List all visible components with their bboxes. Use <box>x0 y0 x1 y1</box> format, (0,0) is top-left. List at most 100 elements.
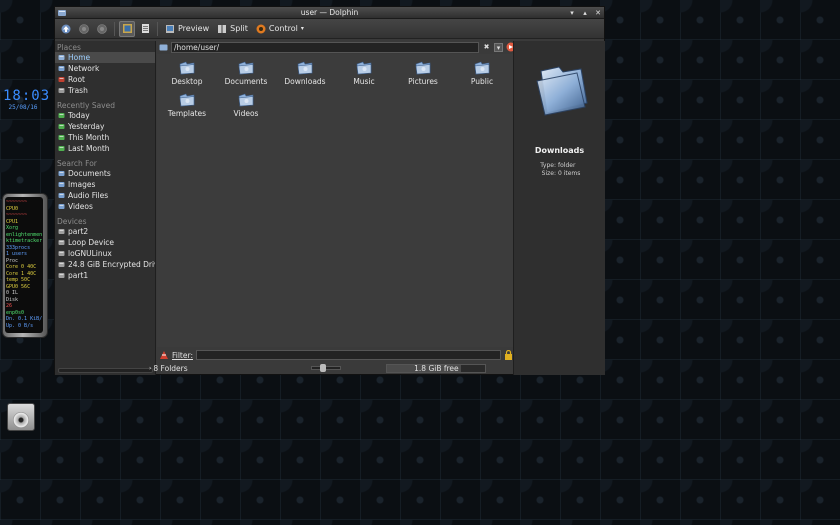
sidebar-horizontal-scrollbar[interactable] <box>58 368 153 373</box>
devices-section-title: Devices <box>57 217 87 226</box>
sidebar-item-trash[interactable]: Trash <box>55 85 155 96</box>
forward-button[interactable] <box>94 21 110 37</box>
folder-music-icon <box>356 61 372 75</box>
sidebar-item-root[interactable]: Root <box>55 74 155 85</box>
info-size-key: Size: <box>541 170 556 177</box>
sidebar-item-label: Loop Device <box>68 238 115 247</box>
clock-date: 25/08/16 <box>8 104 38 111</box>
arrow-right-icon <box>97 23 107 34</box>
location-history-dropdown[interactable]: ▾ <box>494 42 503 52</box>
sidebar-item-network[interactable]: Network <box>55 63 155 74</box>
close-filter-icon[interactable] <box>159 350 169 360</box>
sidebar-item-label: part2 <box>68 227 89 236</box>
sidebar-item-label: Audio Files <box>68 191 109 200</box>
calendar-icon <box>58 123 65 130</box>
sidebar-item-label: Images <box>68 180 96 189</box>
sidebar-item-documents[interactable]: Documents <box>55 168 155 179</box>
folder-videos-icon <box>238 93 254 107</box>
audio-icon <box>58 192 65 199</box>
icons-view-button[interactable] <box>119 20 135 37</box>
filter-bar: Filter: <box>157 349 513 361</box>
document-icon <box>58 170 65 177</box>
filter-input[interactable] <box>195 350 501 360</box>
file-item-music[interactable]: Music <box>336 58 392 86</box>
preview-button[interactable]: Preview <box>162 21 212 37</box>
sidebar-item-label: Trash <box>68 86 88 95</box>
drive-icon <box>58 261 65 268</box>
file-item-label: Music <box>353 77 375 86</box>
chevron-down-icon: ▾ <box>300 25 304 32</box>
sysmon-line: ktimetracker <box>6 238 42 244</box>
clear-location-icon[interactable]: ✖ <box>482 43 491 52</box>
sidebar-item-home[interactable]: Home <box>55 52 155 63</box>
sidebar-item-label: Documents <box>68 169 111 178</box>
main-toolbar: Preview Split Control ▾ <box>55 19 604 39</box>
filter-label: Filter: <box>172 350 193 360</box>
file-view[interactable]: Desktop Documents Downloads Music Pictures Pu… <box>157 54 513 347</box>
icons-view-icon <box>122 24 132 33</box>
control-label: Control <box>268 24 298 33</box>
sidebar-item-label: Videos <box>68 202 93 211</box>
sidebar-item-lognulinux[interactable]: loGNULinux <box>55 248 155 259</box>
info-type-value: folder <box>558 162 576 169</box>
sidebar-item-this-month[interactable]: This Month <box>55 132 155 143</box>
file-item-label: Videos <box>233 109 259 118</box>
status-item-count: 8 Folders <box>153 363 188 373</box>
info-item-name: Downloads <box>534 146 585 155</box>
minimize-button[interactable]: ▾ <box>567 8 577 18</box>
zoom-slider[interactable] <box>311 364 342 372</box>
sidebar-item-part2[interactable]: part2 <box>55 226 155 237</box>
location-input[interactable] <box>171 41 479 53</box>
details-view-button[interactable] <box>137 21 153 37</box>
sidebar-item-label: loGNULinux <box>68 249 112 258</box>
sidebar-item-loop-device[interactable]: Loop Device <box>55 237 155 248</box>
toolbar-separator <box>114 21 115 36</box>
preview-icon <box>166 24 174 33</box>
sidebar-item-part1[interactable]: part1 <box>55 270 155 281</box>
sidebar-item-label: Today <box>68 111 90 120</box>
system-monitor-screen: ~~~~~~~ CPU0 ~~~~~~~ CPU1 Xorg enlightenment k… <box>5 197 43 333</box>
sidebar-item-last-month[interactable]: Last Month <box>55 143 155 154</box>
folder-public-icon <box>474 61 490 75</box>
file-item-pictures[interactable]: Pictures <box>395 58 451 86</box>
sidebar-item-images[interactable]: Images <box>55 179 155 190</box>
lock-icon[interactable] <box>504 350 513 360</box>
desktop-drive-icon[interactable] <box>7 403 35 431</box>
file-item-videos[interactable]: Videos <box>218 90 274 118</box>
zoom-slider-handle[interactable] <box>320 364 327 372</box>
titlebar[interactable]: user — Dolphin ▾ ▴ ✕ <box>55 7 604 19</box>
info-size-row: Size: 0 items <box>514 170 606 177</box>
file-item-documents[interactable]: Documents <box>218 58 274 86</box>
file-item-public[interactable]: Public <box>454 58 510 86</box>
drive-icon <box>58 228 65 235</box>
sidebar-item-today[interactable]: Today <box>55 110 155 121</box>
file-item-downloads[interactable]: Downloads <box>277 58 333 86</box>
preview-label: Preview <box>178 24 210 33</box>
control-button[interactable]: Control ▾ <box>253 21 307 37</box>
sidebar-item-24-8-gib-encrypted-drive[interactable]: 24.8 GiB Encrypted Drive <box>55 259 155 270</box>
places-section-title: Places <box>57 43 81 52</box>
file-item-desktop[interactable]: Desktop <box>159 58 215 86</box>
toolbar-separator <box>157 21 158 36</box>
info-size-value: 0 items <box>558 170 581 177</box>
window-title: user — Dolphin <box>300 8 359 17</box>
sidebar-item-label: This Month <box>68 133 110 142</box>
sidebar-item-videos[interactable]: Videos <box>55 201 155 212</box>
status-expand-arrow-icon[interactable]: › <box>149 365 151 372</box>
folder-preview-icon <box>536 66 588 116</box>
split-button[interactable]: Split <box>214 21 251 37</box>
desktop-clock: 18:03 25/08/16 <box>3 89 49 112</box>
dolphin-window: user — Dolphin ▾ ▴ ✕ Preview Split Contr… <box>54 6 605 375</box>
close-button[interactable]: ✕ <box>593 8 603 18</box>
folder-desktop-icon <box>179 61 195 75</box>
sidebar-item-label: Home <box>68 53 91 62</box>
file-item-templates[interactable]: Templates <box>159 90 215 118</box>
places-sidebar: Places Home Network Root Trash Recently Sav… <box>55 41 156 375</box>
sidebar-item-label: Root <box>68 75 85 84</box>
sidebar-item-audio-files[interactable]: Audio Files <box>55 190 155 201</box>
back-button[interactable] <box>76 21 92 37</box>
up-button[interactable] <box>58 21 74 37</box>
folder-icon <box>159 44 168 50</box>
maximize-button[interactable]: ▴ <box>580 8 590 18</box>
sidebar-item-yesterday[interactable]: Yesterday <box>55 121 155 132</box>
